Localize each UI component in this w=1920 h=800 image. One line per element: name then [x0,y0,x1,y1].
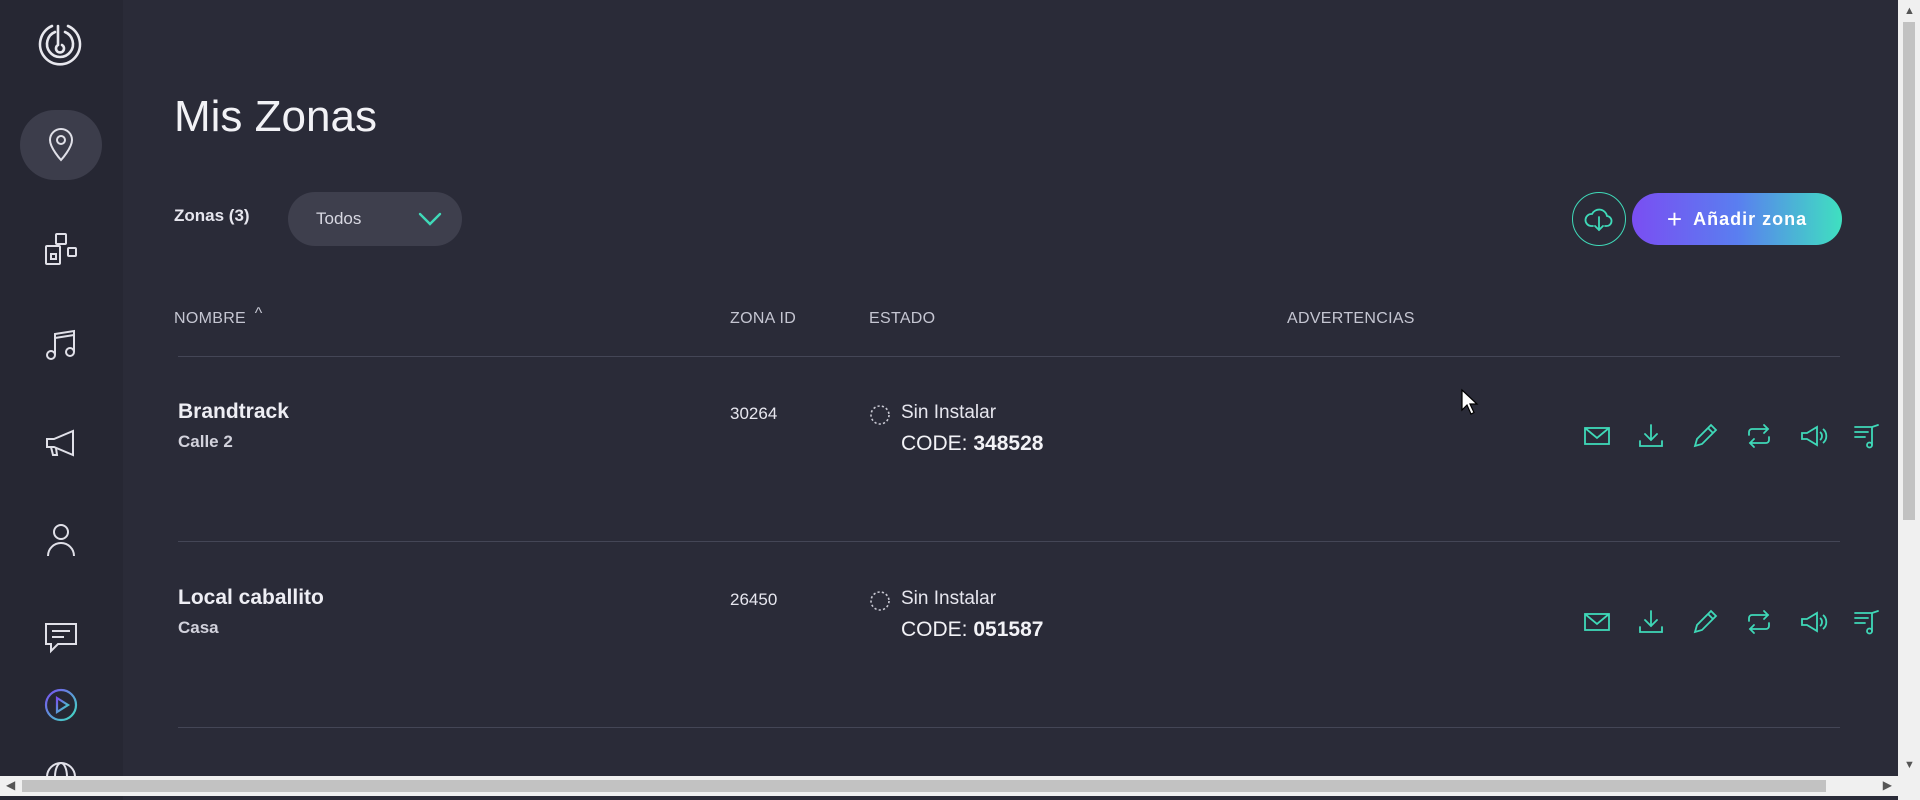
add-zone-button[interactable]: + Añadir zona [1632,193,1842,245]
cloud-download-icon [1584,208,1613,232]
zone-status: Sin Instalar [901,402,997,423]
sync-button[interactable] [1732,606,1786,638]
filter-select[interactable]: Todos [288,192,462,246]
download-icon [1639,424,1663,447]
zone-code-value: 348528 [973,432,1044,455]
sync-button[interactable] [1732,420,1786,452]
announcement-button[interactable] [1786,420,1840,452]
mail-icon [1584,427,1610,445]
not-installed-status-icon [870,591,890,611]
zone-status: Sin Instalar [901,588,997,609]
playlist-icon [1854,424,1879,449]
brand-logo-icon[interactable] [34,18,86,70]
scroll-right-icon[interactable]: ▶ [1883,778,1892,792]
zone-code-value: 051587 [973,618,1044,641]
vertical-scrollbar[interactable]: ▲ ▼ [1898,0,1920,776]
sync-icon [1748,424,1770,448]
row-actions [1570,420,1894,452]
table-row[interactable]: Brandtrack Calle 2 30264 Sin Instalar CO… [0,400,1920,586]
row-actions [1570,606,1894,638]
divider [178,356,1840,357]
scroll-left-icon[interactable]: ◀ [6,778,15,792]
download-button[interactable] [1624,606,1678,638]
devices-icon [45,233,77,265]
page-title: Mis Zonas [174,92,377,141]
send-email-button[interactable] [1570,420,1624,452]
column-header-name[interactable]: NOMBRE ^ [174,305,263,328]
edit-button[interactable] [1678,606,1732,638]
zone-code-label: CODE: [901,432,968,455]
send-email-button[interactable] [1570,606,1624,638]
zones-count: Zonas (3) [174,206,250,225]
filter-value: Todos [316,209,362,228]
playlist-button[interactable] [1840,420,1894,452]
zone-code-label: CODE: [901,618,968,641]
scroll-down-icon[interactable]: ▼ [1904,759,1915,771]
mouse-cursor-icon [1461,388,1479,415]
nav-zones[interactable] [20,110,102,180]
sort-ascending-icon: ^ [254,305,263,322]
zone-code: CODE: 051587 [901,618,1043,642]
map-pin-icon [48,128,74,162]
nav-devices[interactable] [20,214,102,284]
playlist-icon [1854,610,1879,635]
horizontal-scroll-thumb[interactable] [22,780,1826,792]
download-icon [1639,610,1663,633]
column-header-name-label: NOMBRE [174,310,247,327]
chevron-down-icon [418,212,442,226]
pencil-icon [1693,423,1718,448]
zone-location: Casa [178,618,219,637]
zone-name[interactable]: Brandtrack [178,400,289,424]
pencil-icon [1693,609,1718,634]
nav-music[interactable] [20,310,102,380]
divider [178,727,1840,728]
zone-code: CODE: 348528 [901,432,1043,456]
column-header-zone-id[interactable]: ZONA ID [730,310,796,328]
zone-location: Calle 2 [178,432,233,451]
edit-button[interactable] [1678,420,1732,452]
zone-name[interactable]: Local caballito [178,586,324,610]
playlist-button[interactable] [1840,606,1894,638]
scrollbar-corner [1898,776,1920,800]
announcement-button[interactable] [1786,606,1840,638]
speaker-icon [1801,425,1828,447]
scroll-up-icon[interactable]: ▲ [1904,5,1915,17]
table-row[interactable]: Local caballito Casa 26450 Sin Instalar … [0,586,1920,772]
vertical-scroll-thumb[interactable] [1903,22,1915,520]
zone-id: 30264 [730,404,778,423]
speaker-icon [1801,611,1828,633]
column-header-warnings: ADVERTENCIAS [1287,310,1415,327]
music-note-icon [46,329,75,360]
download-all-button[interactable] [1572,192,1626,246]
plus-icon: + [1666,204,1684,234]
divider [178,541,1840,542]
download-button[interactable] [1624,420,1678,452]
mail-icon [1584,613,1610,631]
horizontal-scrollbar[interactable]: ◀ ▶ [0,776,1898,796]
not-installed-status-icon [870,405,890,425]
sync-icon [1748,610,1770,634]
zone-id: 26450 [730,590,778,609]
column-header-status[interactable]: ESTADO [869,310,935,328]
add-zone-label: Añadir zona [1693,208,1808,229]
